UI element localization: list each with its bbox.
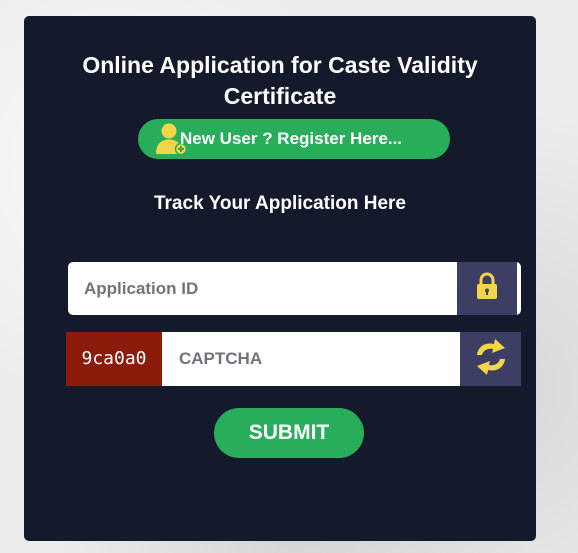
lock-icon bbox=[475, 272, 499, 305]
form-title: Online Application for Caste Validity Ce… bbox=[24, 50, 536, 112]
refresh-icon bbox=[472, 337, 510, 382]
register-button[interactable]: New User ? Register Here... bbox=[138, 119, 450, 159]
application-id-input[interactable] bbox=[68, 262, 456, 315]
captcha-image: 9ca0a0 bbox=[66, 332, 162, 386]
captcha-row: 9ca0a0 bbox=[66, 332, 521, 386]
application-id-group bbox=[68, 262, 521, 315]
captcha-input[interactable] bbox=[162, 332, 460, 386]
form-title-line-2: Certificate bbox=[223, 83, 337, 109]
refresh-captcha-button[interactable] bbox=[460, 332, 521, 386]
form-title-line-1: Online Application for Caste Validity bbox=[82, 52, 478, 78]
lock-addon bbox=[457, 262, 517, 315]
caste-validity-form-card: Online Application for Caste Validity Ce… bbox=[24, 16, 536, 541]
submit-button[interactable]: SUBMIT bbox=[214, 408, 364, 458]
track-application-heading: Track Your Application Here bbox=[153, 193, 406, 214]
register-button-label: New User ? Register Here... bbox=[180, 129, 403, 148]
